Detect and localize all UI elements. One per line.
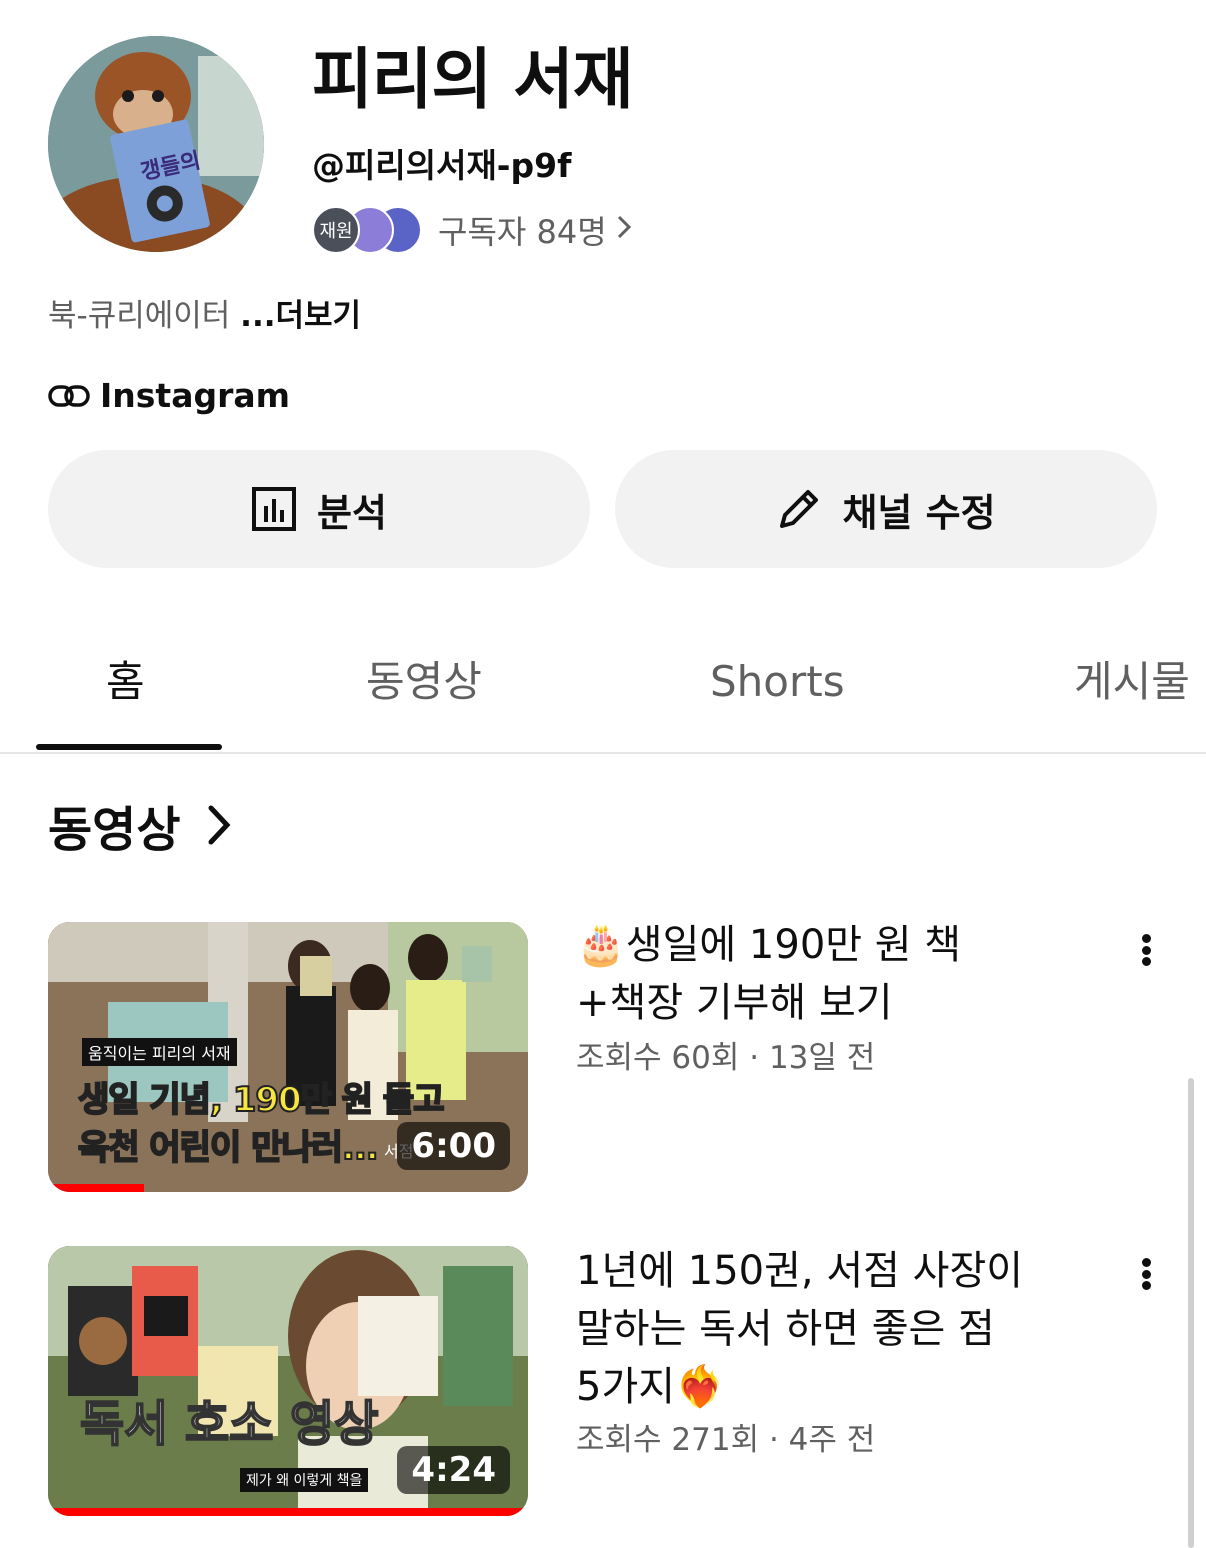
video-meta: 조회수 271회 · 4주 전 bbox=[576, 1422, 876, 1458]
active-tab-indicator bbox=[36, 744, 222, 750]
chevron-right-icon bbox=[615, 211, 633, 249]
subscriber-count: 구독자 84명 bbox=[438, 213, 607, 251]
video-title-line: 5가지❤️‍🔥 bbox=[576, 1364, 725, 1410]
channel-title: 피리의 서재 bbox=[312, 41, 634, 118]
subscriber-avatar: 재원 bbox=[312, 206, 360, 254]
thumbnail-caption: 움직이는 피리의 서재 bbox=[82, 1038, 237, 1066]
tab-posts[interactable]: 게시물 bbox=[1074, 652, 1190, 712]
scrollbar[interactable] bbox=[1188, 1078, 1194, 1548]
video-title-line: 1년에 150권, 서점 사장이 bbox=[576, 1248, 1024, 1294]
edit-channel-button[interactable]: 채널 수정 bbox=[615, 450, 1157, 568]
analytics-label: 분석 bbox=[317, 490, 387, 535]
video-duration: 6:00 bbox=[397, 1122, 510, 1170]
link-icon bbox=[48, 384, 90, 407]
more-options-icon[interactable] bbox=[1128, 926, 1164, 974]
thumbnail-text-line-2: 옥천 어린이 만나러... bbox=[77, 1127, 380, 1169]
tab-shorts[interactable]: Shorts bbox=[710, 652, 845, 712]
channel-avatar-image: 갱들의 bbox=[48, 36, 264, 252]
tab-home[interactable]: 홈 bbox=[106, 652, 145, 712]
more-link[interactable]: ...더보기 bbox=[240, 298, 361, 334]
tab-videos[interactable]: 동영상 bbox=[366, 652, 482, 712]
tabs-divider bbox=[0, 752, 1206, 754]
videos-section-header[interactable]: 동영상 bbox=[48, 790, 232, 860]
analytics-button[interactable]: 분석 bbox=[48, 450, 590, 568]
subscribers-row[interactable]: 재원 구독자 84명 bbox=[312, 202, 633, 258]
channel-handle: @피리의서재-p9f bbox=[312, 146, 572, 185]
video-title-line: 말하는 독서 하면 좋은 점 bbox=[576, 1306, 995, 1352]
description-text: 북-큐리에이터 bbox=[48, 298, 231, 334]
section-title: 동영상 bbox=[48, 802, 181, 858]
video-duration: 4:24 bbox=[397, 1446, 510, 1494]
watch-progress-bar bbox=[48, 1508, 528, 1516]
instagram-link[interactable]: Instagram bbox=[48, 376, 290, 415]
video-title[interactable]: 1년에 150권, 서점 사장이 말하는 독서 하면 좋은 점 5가지❤️‍🔥 bbox=[576, 1242, 1096, 1416]
thumbnail-text-line-1: 생일 기념, 190만 원 들고 bbox=[77, 1079, 445, 1121]
analytics-icon bbox=[252, 487, 297, 531]
video-thumbnail[interactable]: 독서 호소 영상 제가 왜 이렇게 책을 4:24 bbox=[48, 1246, 528, 1516]
thumbnail-subtitle: 제가 왜 이렇게 책을 bbox=[240, 1468, 369, 1492]
edit-channel-label: 채널 수정 bbox=[842, 490, 996, 535]
pencil-icon bbox=[780, 490, 819, 528]
link-label: Instagram bbox=[100, 376, 291, 415]
subscriber-avatars: 재원 bbox=[312, 204, 424, 256]
video-title[interactable]: 🎂생일에 190만 원 책 +책장 기부해 보기 bbox=[576, 916, 1096, 1032]
thumbnail-main-text: 독서 호소 영상 bbox=[79, 1395, 379, 1453]
more-options-icon[interactable] bbox=[1128, 1250, 1164, 1298]
channel-description[interactable]: 북-큐리에이터 ...더보기 bbox=[48, 290, 361, 335]
video-meta: 조회수 60회 · 13일 전 bbox=[576, 1040, 876, 1076]
video-thumbnail[interactable]: 움직이는 피리의 서재 생일 기념, 190만 원 들고 옥천 어린이 만나러.… bbox=[48, 922, 528, 1192]
chevron-right-icon bbox=[208, 805, 231, 845]
channel-avatar[interactable]: 갱들의 bbox=[48, 36, 264, 252]
video-title-line: +책장 기부해 보기 bbox=[576, 980, 893, 1026]
watch-progress-bar bbox=[48, 1184, 144, 1192]
video-title-line: 🎂생일에 190만 원 책 bbox=[576, 922, 962, 968]
